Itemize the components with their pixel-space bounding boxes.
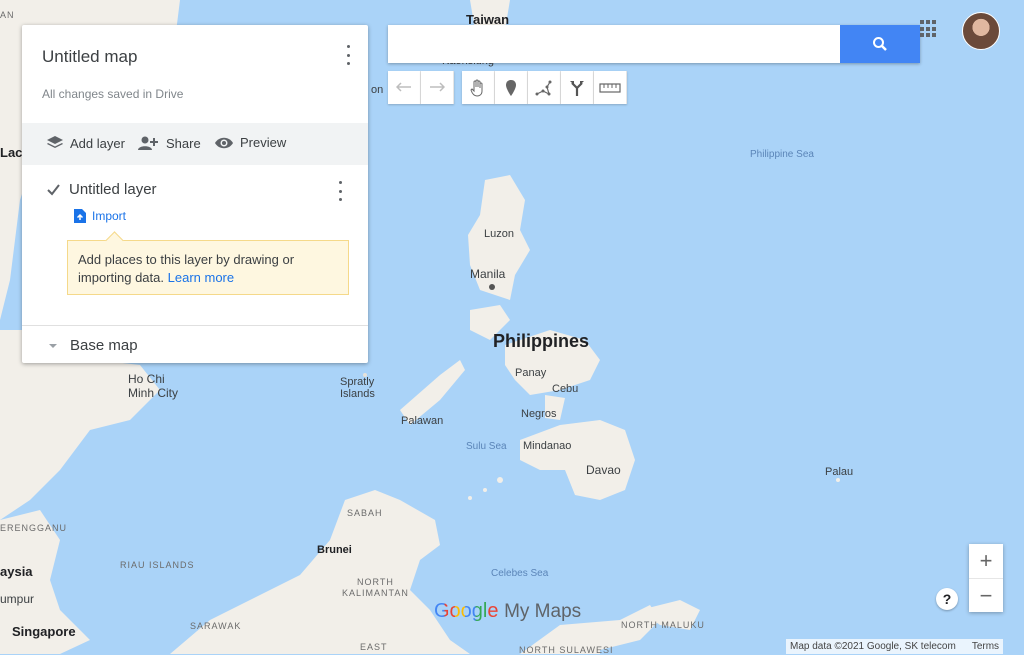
draw-line-button[interactable] (528, 71, 561, 104)
map-title[interactable]: Untitled map (42, 47, 137, 67)
avatar[interactable] (962, 12, 1000, 50)
panel-divider (22, 325, 368, 326)
layer-help-tip: Add places to this layer by drawing or i… (67, 231, 349, 295)
map-options-menu-icon[interactable] (345, 45, 351, 65)
map-label-east: EAST (360, 642, 388, 652)
map-label-sulu-sea: Sulu Sea (466, 441, 507, 452)
layer-options-menu-icon[interactable] (337, 181, 343, 201)
directions-button[interactable] (561, 71, 594, 104)
map-label-cebu: Cebu (552, 383, 579, 395)
panel-actions-bar: Add layer Share Preview (22, 123, 368, 165)
search-box (388, 25, 920, 63)
zoom-controls: + − (969, 544, 1003, 612)
learn-more-link[interactable]: Learn more (168, 270, 234, 285)
add-marker-button[interactable] (495, 71, 528, 104)
base-map-toggle[interactable]: Base map (46, 337, 138, 354)
map-label-negros: Negros (521, 408, 557, 420)
eye-icon (214, 136, 234, 150)
base-map-label: Base map (70, 337, 138, 354)
map-label-an: AN (0, 10, 15, 20)
map-label-philippines: Philippines (493, 331, 590, 351)
map-attribution: Map data ©2021 Google, SK telecom Terms (786, 639, 1004, 654)
map-label-brunei: Brunei (317, 544, 352, 556)
marker-icon (506, 79, 516, 96)
directions-icon (570, 80, 584, 96)
map-label-celebes-sea: Celebes Sea (491, 568, 549, 579)
map-label-sarawak: SARAWAK (190, 621, 242, 631)
map-label-laos: Lac (0, 145, 23, 160)
map-label-terengganu: ERENGGANU (0, 523, 68, 533)
import-label: Import (92, 209, 127, 223)
search-icon (873, 37, 887, 51)
map-label-kuala-lumpur: umpur (0, 592, 35, 606)
map-label-ho-chi-minh: Ho Chi Minh City (128, 372, 179, 400)
line-icon (535, 80, 552, 95)
add-layer-button[interactable]: Add layer (46, 135, 125, 151)
share-button[interactable]: Share (138, 135, 201, 151)
map-label-riau: RIAU ISLANDS (120, 560, 195, 570)
layer-row: Untitled layer (46, 181, 157, 198)
map-label-malaysia: aysia (0, 564, 33, 579)
preview-label: Preview (240, 135, 287, 150)
map-label-singapore: Singapore (12, 624, 76, 639)
map-label-spratly: Spratly Islands (340, 376, 375, 400)
layer-name[interactable]: Untitled layer (69, 181, 157, 198)
layers-icon (46, 135, 64, 151)
hand-icon (470, 79, 483, 97)
checkmark-icon (47, 184, 60, 196)
help-button[interactable]: ? (936, 588, 958, 610)
chevron-down-icon (46, 341, 60, 351)
undo-icon (396, 81, 411, 92)
map-label-luzon: Luzon (484, 228, 514, 240)
undo-button[interactable] (388, 71, 421, 104)
map-label-north-maluku: NORTH MALUKU (621, 620, 705, 630)
map-label-philippine-sea: Philippine Sea (750, 149, 814, 160)
measure-button[interactable] (594, 71, 627, 104)
map-label-on-fragment: on (371, 84, 384, 96)
import-link[interactable]: Import (74, 209, 126, 223)
drawing-tools-group (462, 71, 627, 104)
search-input[interactable] (388, 25, 840, 63)
select-tool-button[interactable] (462, 71, 495, 104)
preview-button[interactable]: Preview (214, 135, 286, 150)
my-maps-wordmark: My Maps (504, 601, 582, 622)
map-label-manila: Manila (470, 267, 506, 281)
share-label: Share (166, 135, 201, 151)
zoom-in-button[interactable]: + (969, 544, 1003, 578)
save-status: All changes saved in Drive (42, 87, 184, 101)
map-label-palau: Palau (825, 466, 854, 478)
google-wordmark: Google (434, 600, 499, 622)
google-my-maps-logo: Google My Maps (434, 600, 581, 623)
terms-link[interactable]: Terms (972, 641, 999, 652)
search-button[interactable] (840, 25, 920, 63)
map-panel: Untitled map All changes saved in Drive … (22, 25, 368, 363)
redo-button[interactable] (421, 71, 454, 104)
undo-redo-group (388, 71, 454, 104)
map-label-mindanao: Mindanao (523, 440, 572, 452)
layer-visibility-checkbox[interactable] (46, 182, 61, 197)
redo-icon (430, 81, 445, 92)
map-label-palawan: Palawan (401, 415, 444, 427)
add-person-icon (138, 135, 160, 151)
zoom-out-button[interactable]: − (969, 578, 1003, 613)
map-data-credit: Map data ©2021 Google, SK telecom (790, 641, 956, 652)
import-file-icon (74, 209, 86, 223)
map-label-north-kalimantan: NORTH KALIMANTAN (342, 577, 409, 598)
map-label-panay: Panay (515, 367, 547, 379)
map-label-davao: Davao (586, 463, 621, 477)
apps-grid-icon[interactable] (920, 20, 938, 38)
add-layer-label: Add layer (70, 135, 125, 151)
map-label-sabah: SABAH (347, 508, 383, 518)
ruler-icon (599, 82, 621, 93)
